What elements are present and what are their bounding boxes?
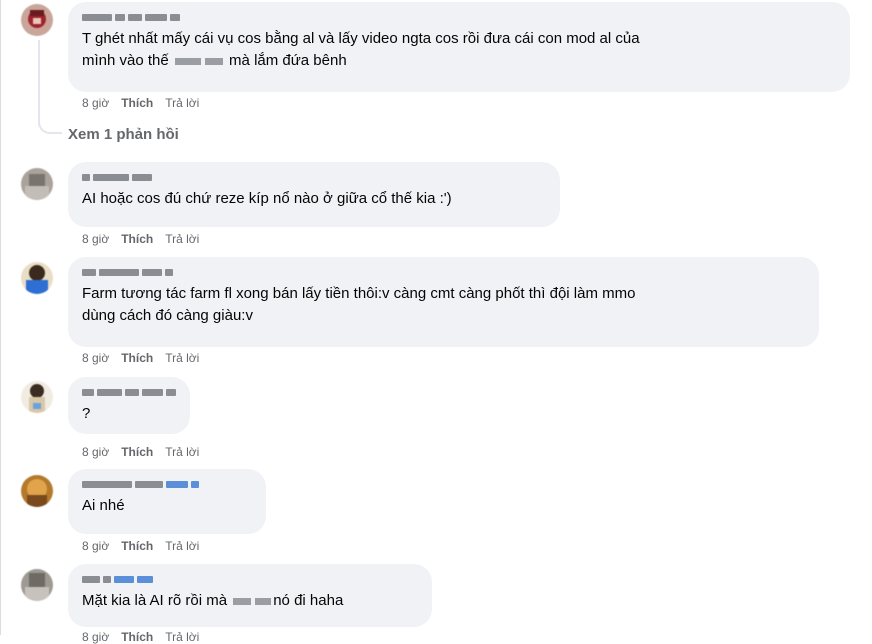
- comment-actions: 8 giờ Thích Trả lời: [82, 445, 199, 459]
- comment-text: T ghét nhất mấy cái vụ cos bằng al và lấ…: [82, 30, 640, 69]
- view-replies-link[interactable]: Xem 1 phản hồi: [68, 126, 179, 143]
- avatar[interactable]: [21, 4, 53, 36]
- avatar-image: [21, 381, 53, 413]
- author-name-censored[interactable]: [82, 385, 176, 399]
- avatar[interactable]: [21, 475, 53, 507]
- author-name-censored[interactable]: [82, 477, 252, 491]
- avatar-image: [21, 168, 53, 200]
- like-button[interactable]: Thích: [121, 445, 153, 459]
- comment-actions: 8 giờ Thích Trả lời: [82, 96, 199, 110]
- author-name-censored[interactable]: [82, 572, 418, 586]
- timestamp[interactable]: 8 giờ: [82, 232, 109, 246]
- comment-bubble: Farm tương tác farm fl xong bán lấy tiền…: [68, 257, 819, 347]
- comment-actions: 8 giờ Thích Trả lời: [82, 351, 199, 365]
- like-button[interactable]: Thích: [121, 96, 153, 110]
- like-button[interactable]: Thích: [121, 351, 153, 365]
- avatar[interactable]: [21, 168, 53, 200]
- censored-word: [204, 57, 223, 65]
- comment-text: Farm tương tác farm fl xong bán lấy tiền…: [82, 285, 636, 324]
- reply-button[interactable]: Trả lời: [165, 539, 199, 553]
- timestamp[interactable]: 8 giờ: [82, 96, 109, 110]
- comment-bubble: T ghét nhất mấy cái vụ cos bằng al và lấ…: [68, 2, 850, 92]
- avatar-image: [21, 475, 53, 507]
- avatar[interactable]: [21, 569, 53, 601]
- comment-text: ?: [82, 405, 91, 422]
- censored-word: [255, 597, 272, 605]
- censored-word: [174, 57, 201, 65]
- avatar[interactable]: [21, 262, 53, 294]
- like-button[interactable]: Thích: [121, 539, 153, 553]
- censored-word: [233, 597, 252, 605]
- author-name-censored[interactable]: [82, 170, 546, 184]
- timestamp[interactable]: 8 giờ: [82, 351, 109, 365]
- comment-text: Mặt kia là AI rõ rồi mà nó đi haha: [82, 592, 344, 609]
- page-edge: [0, 0, 1, 635]
- comment-actions: 8 giờ Thích Trả lời: [82, 232, 199, 246]
- avatar-image: [21, 262, 53, 294]
- timestamp[interactable]: 8 giờ: [82, 539, 109, 553]
- comment-text: Ai nhé: [82, 497, 125, 514]
- like-button[interactable]: Thích: [121, 232, 153, 246]
- reply-button[interactable]: Trả lời: [165, 351, 199, 365]
- reply-button[interactable]: Trả lời: [165, 96, 199, 110]
- timestamp[interactable]: 8 giờ: [82, 445, 109, 459]
- author-name-censored[interactable]: [82, 10, 836, 24]
- comment-actions: 8 giờ Thích Trả lời: [82, 630, 199, 644]
- reply-button[interactable]: Trả lời: [165, 232, 199, 246]
- comment-text: AI hoặc cos đú chứ reze kíp nổ nào ở giữ…: [82, 190, 452, 207]
- comment-actions: 8 giờ Thích Trả lời: [82, 539, 199, 553]
- reply-button[interactable]: Trả lời: [165, 630, 199, 644]
- author-name-censored[interactable]: [82, 265, 805, 279]
- reply-button[interactable]: Trả lời: [165, 445, 199, 459]
- avatar[interactable]: [21, 381, 53, 413]
- comment-bubble: AI hoặc cos đú chứ reze kíp nổ nào ở giữ…: [68, 162, 560, 227]
- comment-bubble: Ai nhé: [68, 469, 266, 534]
- avatar-image: [21, 569, 53, 601]
- thread-connector: [38, 112, 62, 134]
- comment-bubble: ?: [68, 377, 190, 434]
- avatar-image: [21, 4, 53, 36]
- comment-bubble: Mặt kia là AI rõ rồi mà nó đi haha: [68, 564, 432, 627]
- like-button[interactable]: Thích: [121, 630, 153, 644]
- timestamp[interactable]: 8 giờ: [82, 630, 109, 644]
